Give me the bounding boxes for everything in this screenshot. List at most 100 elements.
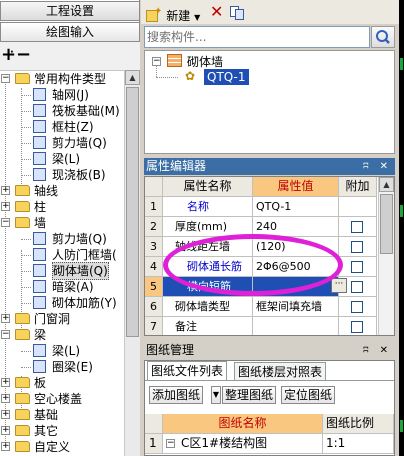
extra-checkbox[interactable]	[351, 221, 363, 233]
drawing-manager-title: 图纸管理	[146, 343, 195, 357]
tab-floor-mapping[interactable]: 图纸楼层对照表	[234, 362, 327, 380]
component-toolbar: ✦ 新建 ▼ ✕	[141, 0, 399, 24]
expand-toggle-icon[interactable]: +	[1, 202, 10, 211]
scroll-up-arrow-icon[interactable]: ▲	[125, 70, 140, 85]
drawing-scale-header[interactable]: 图纸比例	[323, 414, 394, 434]
gear-icon: ✿	[185, 69, 196, 83]
folder-icon	[15, 329, 30, 340]
property-name[interactable]: 砌体通长筋	[163, 257, 253, 277]
tree-group[interactable]: + 自定义	[0, 438, 124, 456]
scrollbar-thumb[interactable]	[380, 194, 393, 254]
tree-connector	[21, 143, 31, 144]
axis-grid-icon	[33, 360, 46, 373]
scrollbar-thumb[interactable]	[126, 87, 139, 337]
collapse-toggle-icon[interactable]: −	[1, 330, 10, 339]
extra-checkbox[interactable]	[351, 261, 363, 273]
property-value[interactable]: 框架间填充墙	[253, 297, 339, 317]
value-editor-ellipsis-button[interactable]: ···	[331, 278, 347, 293]
add-drawing-button[interactable]: 添加图纸	[149, 386, 204, 404]
panel-pin-close-icons[interactable]: ʭ ✕	[363, 158, 392, 175]
frame-column-icon	[33, 264, 46, 277]
property-name[interactable]: 轴线距左墙	[163, 237, 253, 257]
property-value-header[interactable]: 属性值	[253, 177, 339, 197]
property-value[interactable]: 2Φ6@500	[253, 257, 339, 277]
component-root-label: 砌体墙	[187, 55, 224, 69]
tree-toolbar: + · −	[0, 42, 140, 71]
scroll-up-arrow-icon[interactable]: ▲	[379, 177, 394, 192]
copy-icon[interactable]	[230, 2, 244, 22]
tree-connector	[21, 271, 31, 272]
expand-toggle-icon[interactable]: +	[1, 442, 10, 451]
delete-icon[interactable]: ✕	[210, 2, 223, 22]
tree-connector	[21, 303, 31, 304]
extra-header[interactable]: 附加	[339, 177, 377, 197]
expand-toggle-icon[interactable]: +	[1, 314, 10, 323]
drawing-input-button[interactable]: 绘图输入	[0, 22, 140, 42]
property-value[interactable]	[253, 277, 339, 297]
tree-connector	[156, 77, 178, 78]
tree-connector	[21, 111, 31, 112]
property-name[interactable]: 厚度(mm)	[163, 217, 253, 237]
property-value[interactable]: 240	[253, 217, 339, 237]
tree-connector	[21, 239, 31, 240]
tree-scrollbar[interactable]: ▲	[124, 70, 140, 456]
new-dropdown-chevron-icon[interactable]: ▼	[194, 13, 200, 22]
drawing-manager-panel: 图纸文件列表 图纸楼层对照表 添加图纸 ▼ 整理图纸 定位图纸 图纸名称 图纸比…	[144, 360, 395, 456]
extra-cell[interactable]	[339, 217, 377, 237]
panel-pin-close-icons[interactable]: ʭ ✕	[363, 342, 392, 359]
property-name[interactable]: 名称	[163, 197, 253, 217]
expand-toggle-icon[interactable]: +	[1, 394, 10, 403]
extra-cell[interactable]	[339, 237, 377, 257]
property-name[interactable]: 横向短筋	[163, 277, 253, 297]
new-button[interactable]: ✦ 新建 ▼	[146, 2, 200, 23]
extra-cell[interactable]	[339, 297, 377, 317]
expand-toggle-icon[interactable]: +	[1, 410, 10, 419]
tab-divider	[145, 380, 394, 381]
add-drawing-label: 添加图纸	[152, 388, 201, 402]
locate-drawing-button[interactable]: 定位图纸	[281, 386, 336, 404]
property-row-number: 7	[145, 317, 163, 335]
search-button[interactable]	[371, 26, 395, 48]
collapse-toggle-icon[interactable]: −	[1, 74, 10, 83]
drawing-row[interactable]: − C区1#楼结构图	[163, 434, 323, 454]
new-icon-star: ✦	[154, 6, 163, 17]
expand-all-icon[interactable]: +	[1, 46, 16, 64]
extra-cell[interactable]	[339, 257, 377, 277]
organize-drawings-button[interactable]: 整理图纸	[222, 386, 277, 404]
property-grid-scrollbar[interactable]: ▲	[378, 177, 394, 335]
tab-drawing-file-list[interactable]: 图纸文件列表	[147, 361, 228, 381]
module-navigator: 工程设置 绘图输入 + · − − 常用构件类型 轴网(J) 筏板基础(M) 框柱(Z)…	[0, 0, 140, 456]
extra-checkbox[interactable]	[351, 281, 363, 293]
component-item-qtq1[interactable]: QTQ-1	[204, 69, 249, 85]
collapse-all-icon[interactable]: −	[16, 46, 31, 64]
expand-toggle-icon[interactable]: +	[1, 186, 10, 195]
search-icon	[376, 30, 390, 44]
property-name[interactable]: 备注	[163, 317, 253, 335]
property-name[interactable]: 砌体墙类型	[163, 297, 253, 317]
collapse-toggle-icon[interactable]: −	[152, 57, 161, 66]
extra-cell[interactable]	[339, 317, 377, 335]
expand-toggle-icon[interactable]: +	[1, 378, 10, 387]
drawing-name-header[interactable]: 图纸名称	[163, 414, 323, 434]
add-drawing-dropdown-chevron-icon[interactable]: ▼	[211, 386, 221, 404]
component-panel: ✦ 新建 ▼ ✕ 搜索构件... − 砌体墙 ✿ QTQ-1 属性编辑器 ʭ ✕…	[141, 0, 399, 456]
tree-connector	[21, 159, 31, 160]
project-settings-button[interactable]: 工程设置	[0, 1, 140, 21]
canvas-edge	[399, 0, 404, 456]
property-row-number: 3	[145, 237, 163, 257]
search-input[interactable]: 搜索构件...	[144, 26, 370, 48]
property-value[interactable]	[253, 317, 339, 335]
extra-checkbox[interactable]	[351, 321, 363, 333]
collapse-toggle-icon[interactable]: −	[1, 218, 10, 227]
expand-toggle-icon[interactable]: +	[1, 426, 10, 435]
folder-icon	[15, 425, 30, 436]
extra-checkbox[interactable]	[351, 241, 363, 253]
property-value[interactable]: (120)	[253, 237, 339, 257]
extra-checkbox[interactable]	[351, 301, 363, 313]
property-value[interactable]: QTQ-1	[253, 197, 339, 217]
tree-connector	[21, 175, 31, 176]
collapse-toggle-icon[interactable]: −	[166, 439, 175, 448]
property-editor-title: 属性编辑器	[146, 159, 207, 173]
property-name-header[interactable]: 属性名称	[163, 177, 253, 197]
folder-icon	[15, 409, 30, 420]
